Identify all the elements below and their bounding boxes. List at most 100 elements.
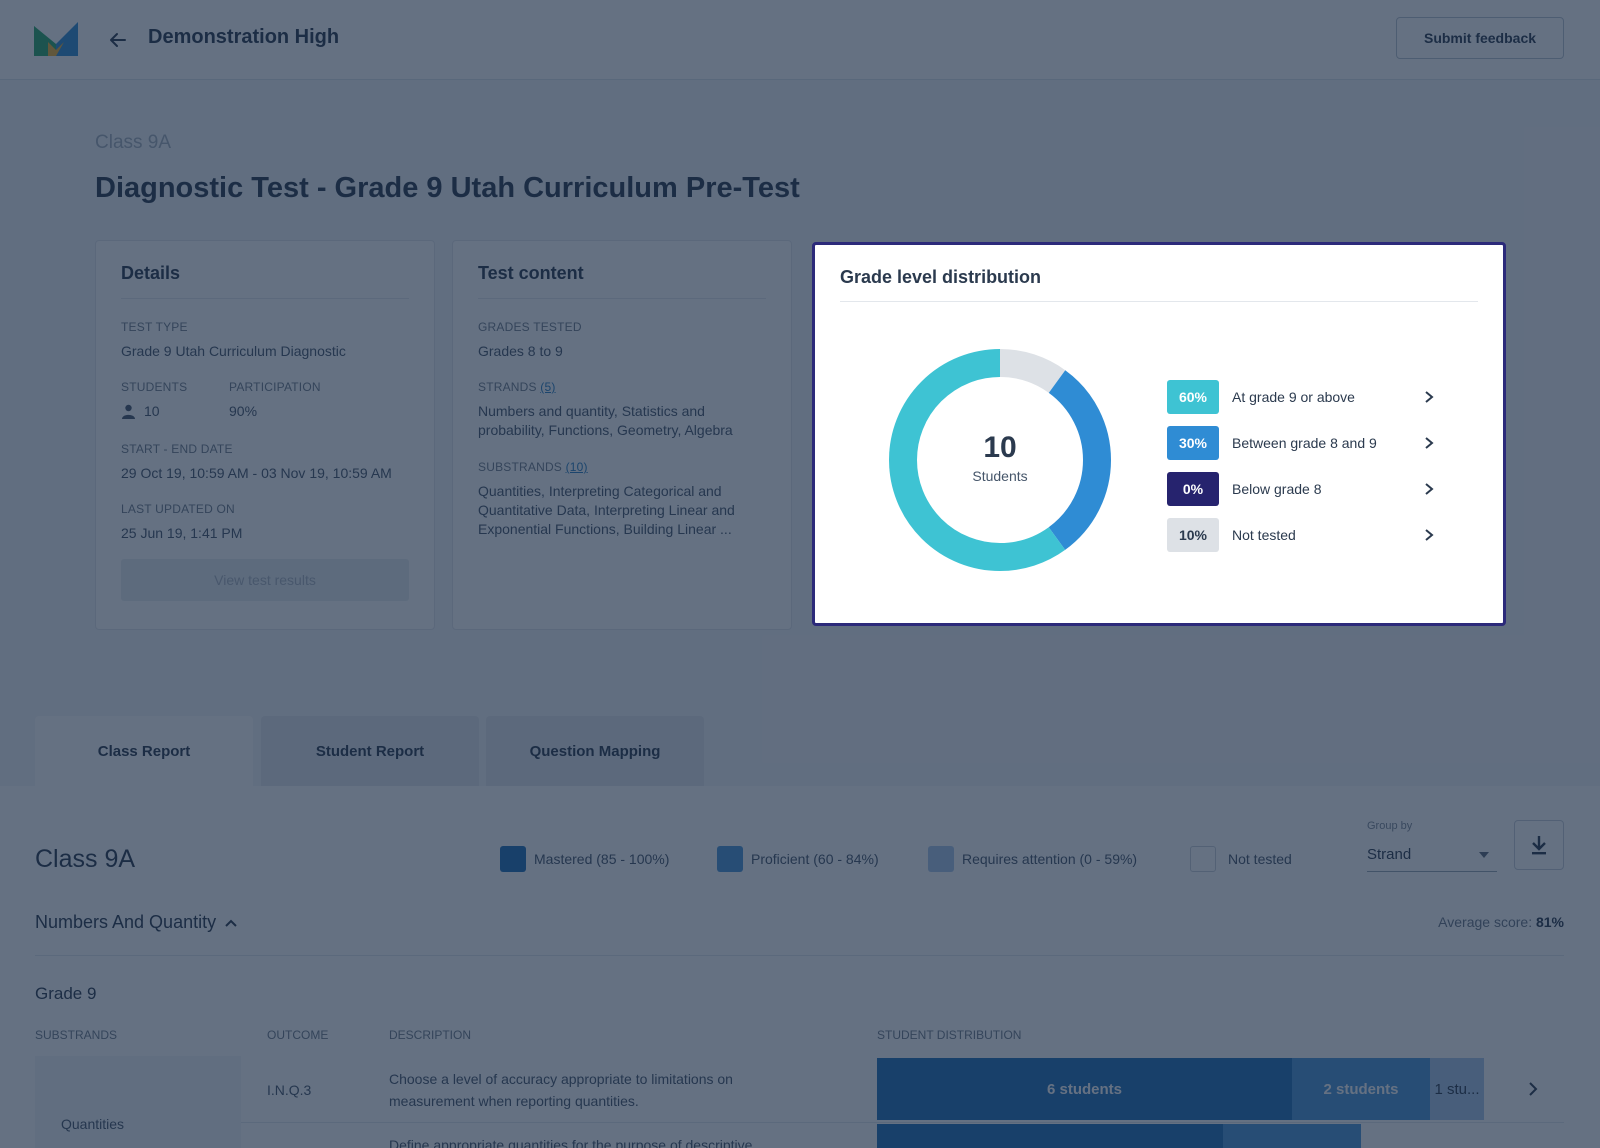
average-score-label: Average score: bbox=[1438, 914, 1533, 930]
legend-percent-badge: 10% bbox=[1167, 518, 1219, 552]
chevron-right-icon bbox=[1425, 391, 1434, 403]
test-type-value: Grade 9 Utah Curriculum Diagnostic bbox=[121, 343, 346, 359]
legend-percent-badge: 0% bbox=[1167, 472, 1219, 506]
substrands-line-3: Exponential Functions, Building Linear .… bbox=[478, 521, 732, 537]
app-logo-icon[interactable] bbox=[34, 22, 78, 58]
divider bbox=[121, 298, 409, 299]
col-outcome: OUTCOME bbox=[267, 1028, 329, 1042]
substrands-line-2: Quantitative Data, Interpreting Linear a… bbox=[478, 502, 735, 518]
outcome-description: Choose a level of accuracy appropriate t… bbox=[389, 1071, 733, 1109]
grade-distribution-title: Grade level distribution bbox=[840, 267, 1042, 287]
distribution-segment bbox=[877, 1124, 1223, 1148]
class-subtitle: Class 9A bbox=[95, 132, 172, 153]
details-card: Details TEST TYPE Grade 9 Utah Curriculu… bbox=[95, 240, 435, 630]
strand-title: Numbers And Quantity bbox=[35, 912, 217, 932]
test-content-card: Test content GRADES TESTED Grades 8 to 9… bbox=[452, 240, 792, 630]
strands-line-1: Numbers and quantity, Statistics and bbox=[478, 403, 705, 419]
average-score-value: 81% bbox=[1535, 914, 1564, 930]
test-type-label: TEST TYPE bbox=[121, 320, 188, 334]
report-class-title: Class 9A bbox=[35, 845, 136, 873]
group-by-value: Strand bbox=[1367, 846, 1412, 863]
legend-item[interactable]: 10% Not tested bbox=[1167, 517, 1437, 553]
participation-label: PARTICIPATION bbox=[229, 380, 321, 394]
legend-item[interactable]: 0% Below grade 8 bbox=[1167, 471, 1437, 507]
caret-down-icon bbox=[1479, 852, 1489, 858]
key-proficient: Proficient (60 - 84%) bbox=[717, 846, 879, 872]
substrands-label-row: SUBSTRANDS (10) bbox=[478, 460, 588, 474]
students-count: 10 bbox=[144, 403, 160, 419]
group-by-select[interactable]: Strand bbox=[1367, 838, 1497, 872]
school-name: Demonstration High bbox=[148, 26, 340, 48]
requires-attention-swatch bbox=[928, 846, 954, 872]
divider bbox=[241, 1122, 1564, 1123]
divider bbox=[478, 298, 766, 299]
grade-heading: Grade 9 bbox=[35, 984, 97, 1003]
person-icon bbox=[122, 404, 135, 419]
legend-label: Below grade 8 bbox=[1232, 481, 1322, 497]
donut-center-value: 10 bbox=[983, 431, 1016, 464]
participation-value: 90% bbox=[229, 403, 258, 419]
grade-donut-chart: 10 Students bbox=[889, 349, 1111, 571]
legend-item[interactable]: 60% At grade 9 or above bbox=[1167, 379, 1437, 415]
substrands-count-link[interactable]: (10) bbox=[566, 460, 588, 474]
grade-distribution-card: Grade level distribution 10 Students 60%… bbox=[812, 242, 1506, 626]
page-title: Diagnostic Test - Grade 9 Utah Curriculu… bbox=[95, 172, 800, 204]
outcome-description: Define appropriate quantities for the pu… bbox=[389, 1137, 753, 1148]
not-tested-label: Not tested bbox=[1228, 851, 1292, 867]
col-description: DESCRIPTION bbox=[389, 1028, 472, 1042]
legend-label: At grade 9 or above bbox=[1232, 389, 1355, 405]
strands-label-row: STRANDS (5) bbox=[478, 380, 556, 394]
donut-center-label: Students bbox=[972, 468, 1027, 484]
tab-class-report[interactable]: Class Report bbox=[35, 716, 253, 786]
dates-label: START - END DATE bbox=[121, 442, 233, 456]
distribution-segment[interactable]: 1 stu... bbox=[1430, 1058, 1484, 1120]
legend-item[interactable]: 30% Between grade 8 and 9 bbox=[1167, 425, 1437, 461]
strand-toggle[interactable]: Numbers And Quantity bbox=[35, 912, 238, 933]
strands-label: STRANDS bbox=[478, 380, 537, 394]
strands-line-2: probability, Functions, Geometry, Algebr… bbox=[478, 422, 733, 438]
legend-label: Not tested bbox=[1232, 527, 1296, 543]
mastered-label: Mastered (85 - 100%) bbox=[534, 851, 670, 867]
chevron-right-icon[interactable] bbox=[1524, 1080, 1542, 1098]
tab-student-report[interactable]: Student Report bbox=[261, 716, 479, 786]
view-test-results-button[interactable]: View test results bbox=[121, 559, 409, 601]
arrow-left-icon bbox=[110, 33, 126, 47]
requires-attention-label: Requires attention (0 - 59%) bbox=[962, 851, 1138, 867]
distribution-segment[interactable]: 6 students bbox=[877, 1058, 1292, 1120]
last-updated-value: 25 Jun 19, 1:41 PM bbox=[121, 525, 243, 541]
strands-count-link[interactable]: (5) bbox=[540, 380, 555, 394]
dates-value: 29 Oct 19, 10:59 AM - 03 Nov 19, 10:59 A… bbox=[121, 465, 392, 481]
details-title: Details bbox=[121, 263, 181, 283]
chevron-up-icon bbox=[225, 919, 237, 927]
grades-tested-label: GRADES TESTED bbox=[478, 320, 582, 334]
chevron-right-icon bbox=[1425, 529, 1434, 541]
distribution-segment bbox=[1223, 1124, 1361, 1148]
key-requires-attention: Requires attention (0 - 59%) bbox=[928, 846, 1137, 872]
group-by-label: Group by bbox=[1367, 820, 1413, 832]
legend-percent-badge: 30% bbox=[1167, 426, 1219, 460]
chevron-right-icon bbox=[1425, 437, 1434, 449]
proficient-swatch bbox=[717, 846, 743, 872]
key-not-tested: Not tested bbox=[1190, 846, 1292, 872]
divider bbox=[35, 955, 1564, 956]
submit-feedback-button[interactable]: Submit feedback bbox=[1396, 17, 1564, 59]
legend-percent-badge: 60% bbox=[1167, 380, 1219, 414]
back-button[interactable] bbox=[104, 26, 132, 54]
average-score: Average score: 81% bbox=[1400, 914, 1564, 930]
download-icon bbox=[1532, 836, 1546, 855]
substrand-name: Quantities bbox=[61, 1116, 125, 1132]
key-mastered: Mastered (85 - 100%) bbox=[500, 846, 669, 872]
substrands-label: SUBSTRANDS bbox=[478, 460, 563, 474]
legend-label: Between grade 8 and 9 bbox=[1232, 435, 1377, 451]
students-label: STUDENTS bbox=[121, 380, 188, 394]
top-bar: Demonstration High Submit feedback bbox=[0, 0, 1600, 80]
substrand-cell: Quantities bbox=[35, 1056, 241, 1148]
proficient-label: Proficient (60 - 84%) bbox=[751, 851, 879, 867]
outcome-code: I.N.Q.3 bbox=[267, 1082, 312, 1098]
substrands-line-1: Quantities, Interpreting Categorical and bbox=[478, 483, 722, 499]
chevron-right-icon bbox=[1425, 483, 1434, 495]
tab-question-mapping[interactable]: Question Mapping bbox=[486, 716, 704, 786]
col-substrands: SUBSTRANDS bbox=[35, 1028, 118, 1042]
distribution-segment[interactable]: 2 students bbox=[1292, 1058, 1430, 1120]
download-button[interactable] bbox=[1514, 820, 1564, 870]
